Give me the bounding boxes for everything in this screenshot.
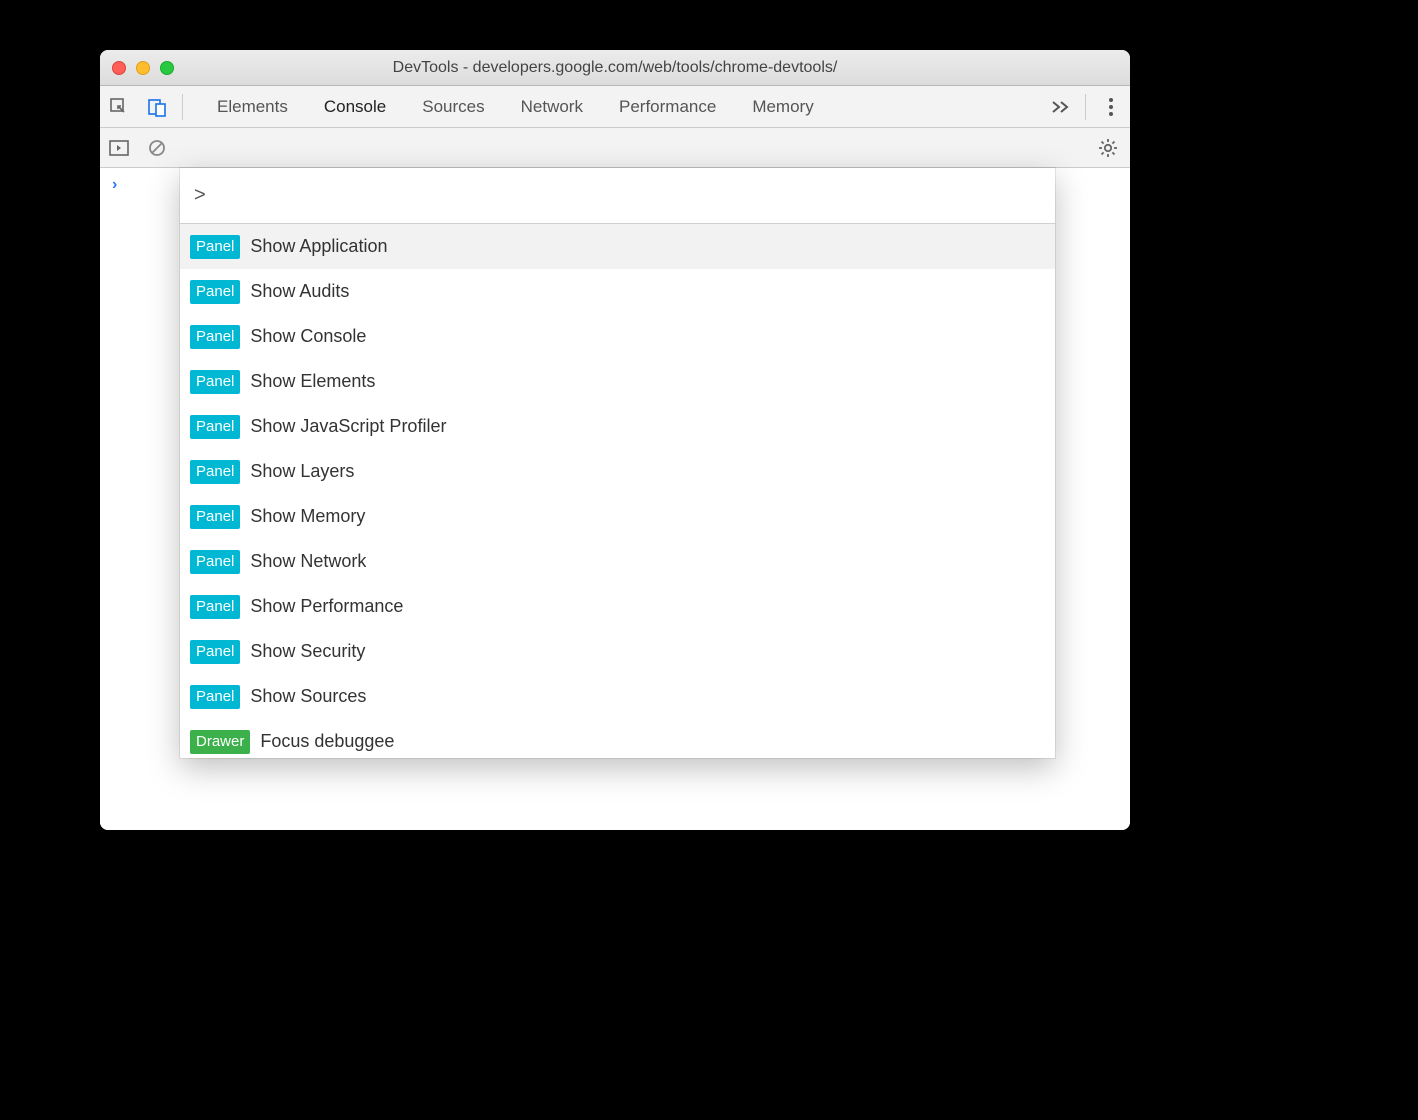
command-item-label: Show Network <box>250 551 366 572</box>
tab-elements[interactable]: Elements <box>199 86 306 128</box>
panel-badge: Panel <box>190 595 240 619</box>
command-item[interactable]: Drawer Focus debuggee <box>180 719 1055 758</box>
device-toolbar-button[interactable] <box>138 86 176 128</box>
kebab-icon <box>1108 97 1114 117</box>
divider <box>182 94 183 120</box>
console-settings-button[interactable] <box>1086 138 1130 158</box>
command-item-label: Show Performance <box>250 596 403 617</box>
panel-badge: Panel <box>190 415 240 439</box>
panel-badge: Panel <box>190 280 240 304</box>
tab-network[interactable]: Network <box>503 86 601 128</box>
command-item-label: Show Security <box>250 641 365 662</box>
command-item[interactable]: Panel Show Application <box>180 224 1055 269</box>
command-item[interactable]: Panel Show Sources <box>180 674 1055 719</box>
command-item[interactable]: Panel Show Audits <box>180 269 1055 314</box>
command-item-label: Show Layers <box>250 461 354 482</box>
divider <box>1085 94 1086 120</box>
maximize-window-button[interactable] <box>160 61 174 75</box>
window-title: DevTools - developers.google.com/web/too… <box>100 59 1130 77</box>
toggle-sidebar-button[interactable] <box>100 127 138 169</box>
close-window-button[interactable] <box>112 61 126 75</box>
panel-badge: Panel <box>190 460 240 484</box>
panel-tabs: ElementsConsoleSourcesNetworkPerformance… <box>189 86 1041 128</box>
command-item[interactable]: Panel Show Security <box>180 629 1055 674</box>
chevron-double-right-icon <box>1050 100 1070 114</box>
device-icon <box>147 97 167 117</box>
panel-badge: Panel <box>190 325 240 349</box>
command-item[interactable]: Panel Show JavaScript Profiler <box>180 404 1055 449</box>
tab-sources[interactable]: Sources <box>404 86 502 128</box>
command-menu-input[interactable] <box>212 184 1041 207</box>
panel-badge: Panel <box>190 505 240 529</box>
tab-performance[interactable]: Performance <box>601 86 734 128</box>
command-item[interactable]: Panel Show Performance <box>180 584 1055 629</box>
drawer-badge: Drawer <box>190 730 250 754</box>
console-panel: › > Panel Show Application Panel Show Audit… <box>100 168 1130 830</box>
command-item-label: Focus debuggee <box>260 731 394 752</box>
minimize-window-button[interactable] <box>136 61 150 75</box>
command-item[interactable]: Panel Show Layers <box>180 449 1055 494</box>
customize-devtools-button[interactable] <box>1092 97 1130 117</box>
command-item-label: Show Application <box>250 236 387 257</box>
console-toolbar <box>100 128 1130 168</box>
command-item-label: Show Elements <box>250 371 375 392</box>
clear-icon <box>148 139 166 157</box>
command-menu: > PanelShow ApplicationPanelShow AuditsP… <box>180 168 1055 758</box>
command-item[interactable]: Panel Show Memory <box>180 494 1055 539</box>
tab-memory[interactable]: Memory <box>734 86 831 128</box>
pointer-icon <box>109 97 129 117</box>
panel-badge: Panel <box>190 550 240 574</box>
command-item-label: Show Console <box>250 326 366 347</box>
devtools-window: DevTools - developers.google.com/web/too… <box>100 50 1130 830</box>
panel-badge: Panel <box>190 235 240 259</box>
panel-badge: Panel <box>190 640 240 664</box>
command-item-label: Show Sources <box>250 686 366 707</box>
command-item[interactable]: Panel Show Console <box>180 314 1055 359</box>
inspect-element-button[interactable] <box>100 86 138 128</box>
console-prompt-caret[interactable]: › <box>112 176 117 194</box>
traffic-lights <box>112 61 174 75</box>
sidebar-icon <box>109 140 129 156</box>
command-item-label: Show Audits <box>250 281 349 302</box>
command-prefix: > <box>194 184 206 207</box>
panel-badge: Panel <box>190 685 240 709</box>
clear-console-button[interactable] <box>138 127 176 169</box>
command-item-label: Show JavaScript Profiler <box>250 416 446 437</box>
tab-console[interactable]: Console <box>306 86 404 128</box>
titlebar: DevTools - developers.google.com/web/too… <box>100 50 1130 86</box>
command-item-label: Show Memory <box>250 506 365 527</box>
command-menu-input-row: > <box>180 168 1055 224</box>
main-toolbar: ElementsConsoleSourcesNetworkPerformance… <box>100 86 1130 128</box>
command-item[interactable]: Panel Show Network <box>180 539 1055 584</box>
command-menu-list: PanelShow ApplicationPanelShow AuditsPan… <box>180 224 1055 758</box>
command-item[interactable]: Panel Show Elements <box>180 359 1055 404</box>
panel-badge: Panel <box>190 370 240 394</box>
gear-icon <box>1098 138 1118 158</box>
more-tabs-button[interactable] <box>1041 100 1079 114</box>
